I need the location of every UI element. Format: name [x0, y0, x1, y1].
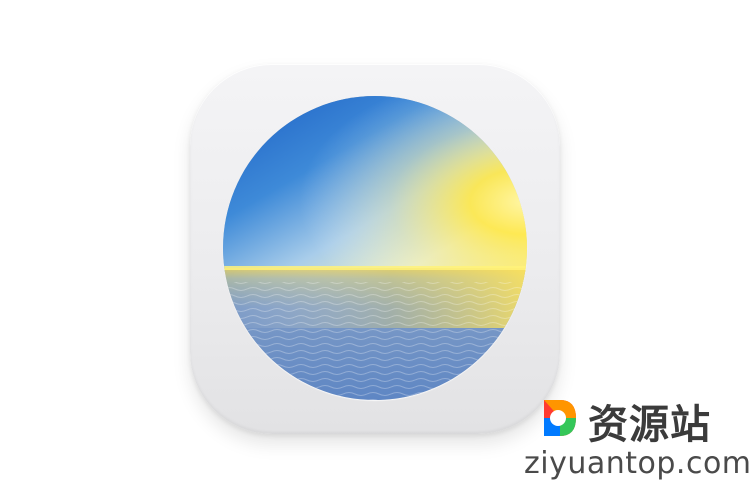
ocean-sunset-image [223, 96, 527, 400]
canvas: 资源站 ziyuantop.com [0, 0, 750, 500]
ziyuan-logo-icon [544, 400, 576, 436]
watermark: 资源站 ziyuantop.com [524, 394, 750, 490]
watermark-domain: ziyuantop.com [524, 446, 750, 481]
watermark-site-name: 资源站 [588, 402, 711, 448]
porthole-window [223, 96, 527, 400]
app-icon[interactable] [190, 64, 560, 434]
